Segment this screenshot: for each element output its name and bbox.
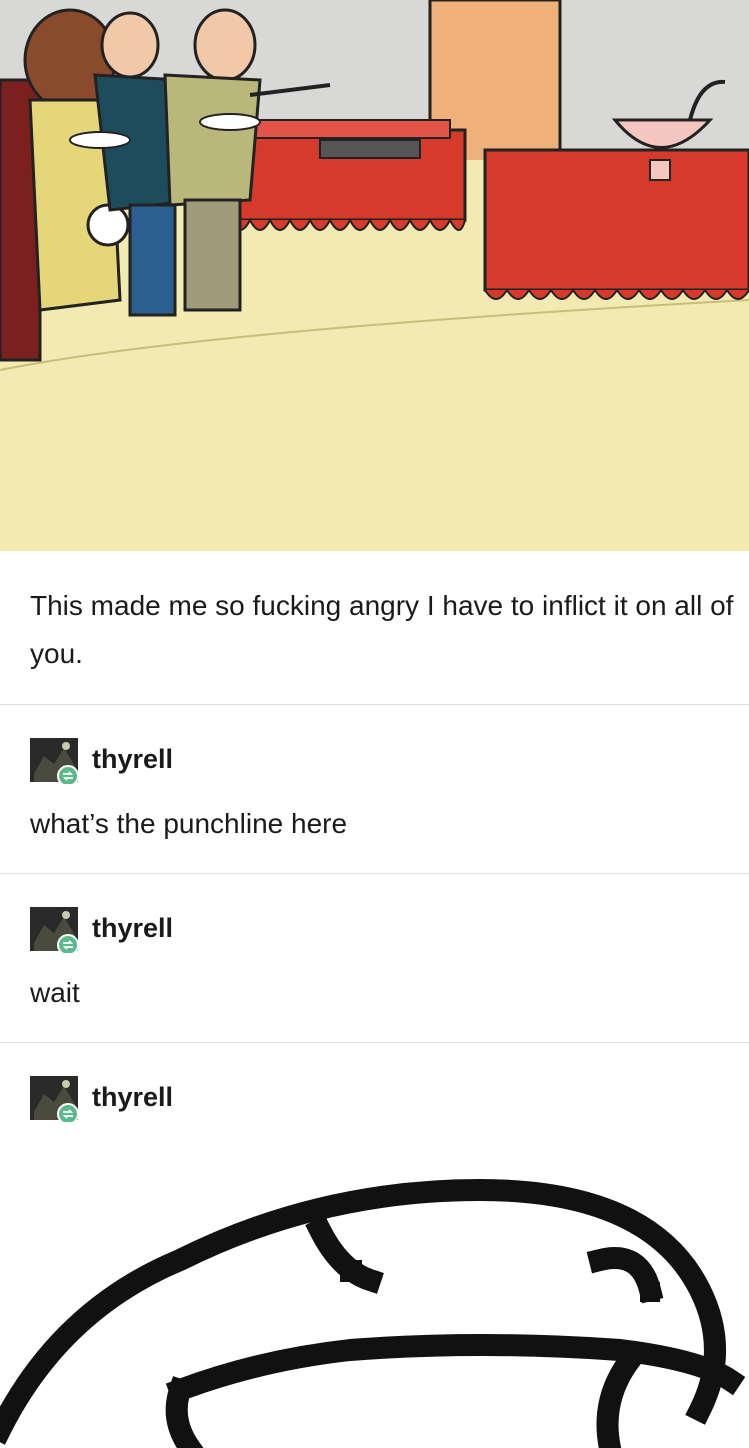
reblog-item: thyrell what’s the punchline here	[0, 704, 749, 874]
post-caption: This made me so fucking angry I have to …	[30, 590, 734, 669]
reblog-username[interactable]: thyrell	[92, 744, 173, 775]
reblog-text: what’s the punchline here	[30, 808, 348, 839]
meme-face-drawing	[0, 1178, 746, 1448]
reblog-text: wait	[30, 977, 80, 1008]
reblog-username[interactable]: thyrell	[92, 913, 173, 944]
user-avatar-icon[interactable]	[30, 1076, 80, 1125]
user-avatar-icon[interactable]	[30, 738, 80, 787]
buffet-cartoon-image	[0, 0, 749, 551]
user-avatar-icon[interactable]	[30, 907, 80, 956]
reblog-username[interactable]: thyrell	[92, 1082, 173, 1113]
reblog-item: thyrell wait	[0, 873, 749, 1043]
buffet-cartoon-drawing	[0, 0, 749, 551]
meme-face-image	[0, 1150, 749, 1448]
